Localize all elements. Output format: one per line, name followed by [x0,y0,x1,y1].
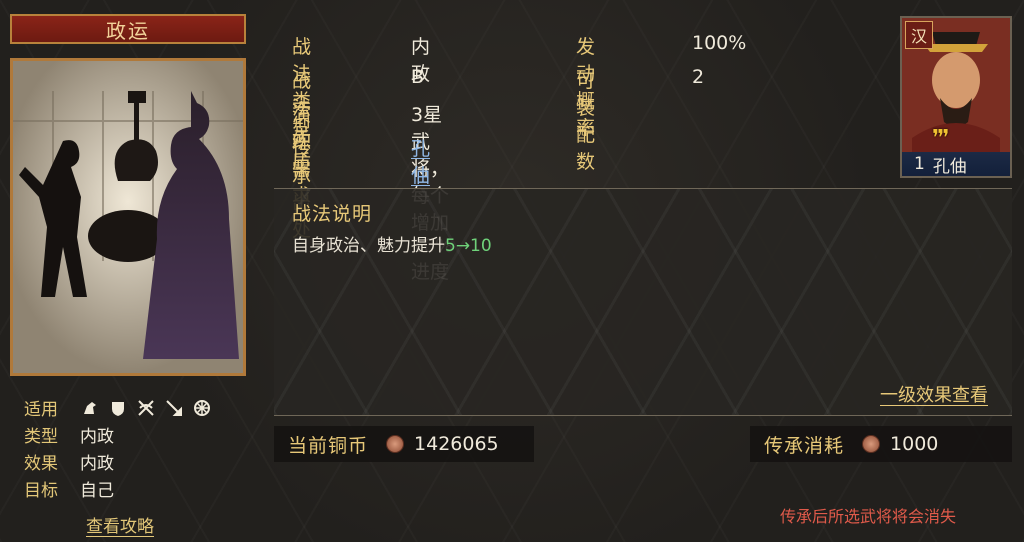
equip-slots-label: 可装配数 [576,70,597,173]
current-copper-box: 当前铜币 1426065 [274,426,534,462]
meta-effect-label: 效果 [24,454,58,474]
view-guide-link[interactable]: 查看攻略 [86,512,154,537]
copper-coin-icon [862,435,881,453]
general-name-bar: 1 孔伷 [902,152,1010,176]
copper-coin-icon [386,435,405,453]
wheel-icon [192,398,212,418]
unit-type-icons [80,398,212,418]
crossbow-icon [136,398,156,418]
current-copper-label: 当前铜币 [288,434,369,457]
meta-applicable-row: 适用 [24,394,212,421]
description-text: 自身政治、魅力提升5→10 [292,231,492,256]
inherit-warning-text: 传承后所选武将将会消失 [780,507,957,526]
meta-target-row: 目标 自己 [24,475,212,502]
general-name: 孔伷 [932,156,967,177]
description-highlight: 5→10 [445,236,492,256]
meta-effect-value: 内政 [80,454,114,474]
current-copper-value: 1426065 [414,433,499,455]
description-title: 战法说明 [292,203,373,225]
skill-quality-value: B [411,66,425,88]
skill-meta-list: 适用 类型 内政 效果 内政 目标 自己 [24,394,212,502]
skill-description-panel: 战法说明 自身政治、魅力提升5→10 一级效果查看 [274,188,1012,416]
inherit-cost-value: 1000 [890,433,939,455]
general-portrait-card[interactable]: 汉 ❜❜❜ 1 孔伷 [900,16,1012,178]
meta-type-label: 类型 [24,427,58,447]
star-icon: ❜ [942,126,949,151]
equip-slots-value: 2 [692,66,705,88]
skill-title: 政运 [106,18,150,43]
meta-applicable-label: 适用 [24,400,58,420]
inherit-cost-box: 传承消耗 1000 [750,426,1012,462]
description-text-prefix: 自身政治、魅力提升 [292,236,445,256]
star-rating: ❜❜❜ [932,126,949,151]
view-level-one-effect-link[interactable]: 一级效果查看 [880,381,988,407]
horse-icon [80,398,100,418]
faction-badge: 汉 [905,21,933,49]
inherit-cost-label: 传承消耗 [764,434,845,457]
meta-type-row: 类型 内政 [24,421,212,448]
meta-type-value: 内政 [80,427,114,447]
meta-target-label: 目标 [24,481,58,501]
inheritance-source-link[interactable]: 孔伷 [411,134,430,188]
spear-icon [164,398,184,418]
skill-card-illustration [10,58,246,376]
shield-icon [108,398,128,418]
meta-effect-row: 效果 内政 [24,448,212,475]
skill-title-banner: 政运 [10,14,246,44]
trigger-chance-value: 100% [692,32,747,54]
silhouette-illustration [13,61,243,373]
general-level: 1 [914,154,925,174]
meta-target-value: 自己 [80,481,114,501]
